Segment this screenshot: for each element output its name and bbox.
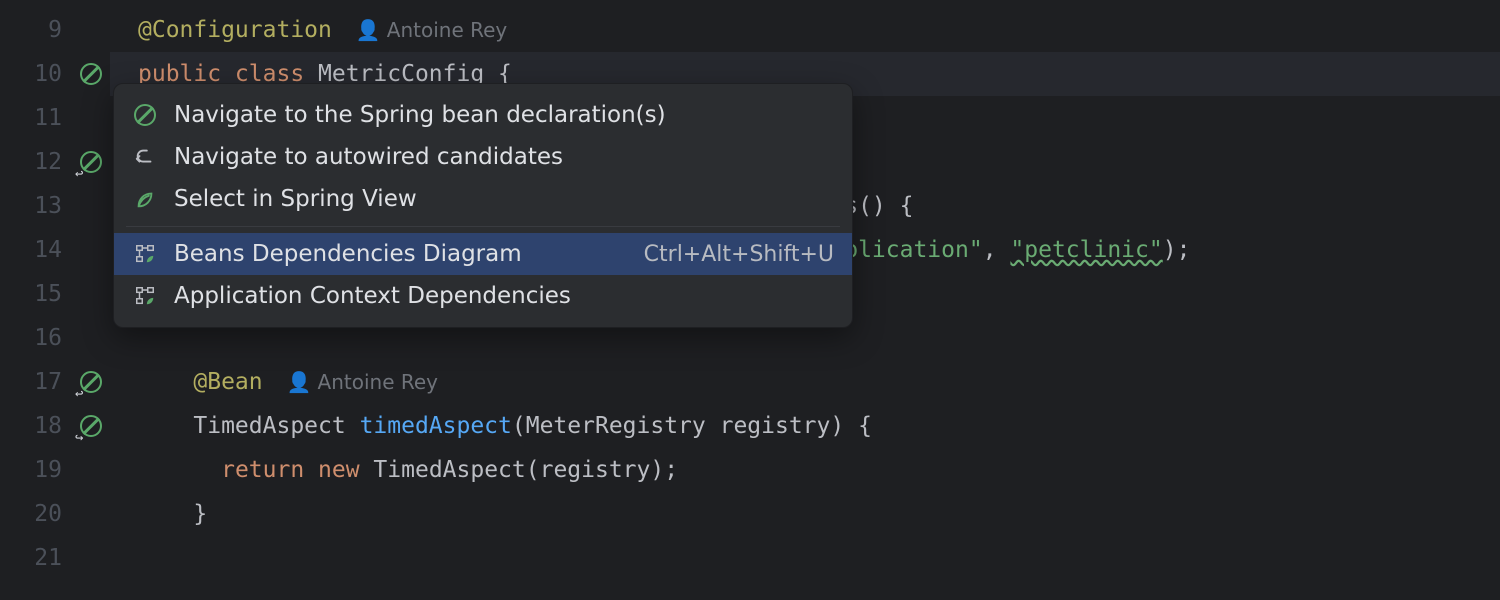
gutter-icon-cell: [72, 448, 110, 492]
gutter-icon-cell: [72, 536, 110, 580]
context-menu: Navigate to the Spring bean declaration(…: [113, 83, 853, 328]
line-number: 18: [0, 404, 72, 448]
gutter-icon-cell: [72, 228, 110, 272]
line-number: 11: [0, 96, 72, 140]
annotation: @Configuration: [138, 17, 332, 43]
line-number: 16: [0, 316, 72, 360]
back-arrow-icon: [132, 144, 158, 170]
code-line[interactable]: return new TimedAspect(registry);: [110, 448, 1500, 492]
menu-item[interactable]: Select in Spring View: [114, 178, 852, 220]
gutter-icon-cell: [72, 272, 110, 316]
diagram-icon: [132, 283, 158, 309]
menu-item-label: Navigate to the Spring bean declaration(…: [174, 102, 834, 128]
spring-bean-out-icon[interactable]: ↪: [72, 404, 110, 448]
line-number: 19: [0, 448, 72, 492]
line-number: 21: [0, 536, 72, 580]
gutter-icon-cell: [72, 316, 110, 360]
line-number: 20: [0, 492, 72, 536]
author-hint: 👤Antoine Rey: [287, 360, 438, 404]
menu-item-label: Application Context Dependencies: [174, 283, 834, 309]
gutter-icon-cell: [72, 8, 110, 52]
menu-item[interactable]: Application Context Dependencies: [114, 275, 852, 317]
menu-item-label: Select in Spring View: [174, 186, 834, 212]
line-number: 10: [0, 52, 72, 96]
code-line[interactable]: @Configuration 👤Antoine Rey: [110, 8, 1500, 52]
line-number: 12: [0, 140, 72, 184]
spring-bean-nav-icon[interactable]: ↩: [72, 360, 110, 404]
line-number: 14: [0, 228, 72, 272]
code-line[interactable]: @Bean 👤Antoine Rey: [110, 360, 1500, 404]
spring-bean-icon[interactable]: [72, 52, 110, 96]
spring-bean-nav-icon[interactable]: ↩: [72, 140, 110, 184]
menu-item[interactable]: Beans Dependencies Diagram Ctrl+Alt+Shift…: [114, 233, 852, 275]
code-line[interactable]: }: [110, 492, 1500, 536]
menu-item[interactable]: Navigate to the Spring bean declaration(…: [114, 94, 852, 136]
line-number: 15: [0, 272, 72, 316]
gutter-icon-cell: [72, 492, 110, 536]
gutter-icon-strip: ↩↩↪: [72, 0, 110, 600]
gutter-icon-cell: [72, 96, 110, 140]
annotation: @Bean: [193, 369, 262, 395]
gutter-icon-cell: [72, 184, 110, 228]
line-number: 13: [0, 184, 72, 228]
line-number: 9: [0, 8, 72, 52]
person-icon: 👤: [287, 360, 312, 404]
menu-item-shortcut: Ctrl+Alt+Shift+U: [644, 242, 834, 267]
menu-item-label: Navigate to autowired candidates: [174, 144, 834, 170]
spring-bean-icon: [132, 102, 158, 128]
diagram-icon: [132, 241, 158, 267]
menu-separator: [126, 226, 840, 227]
person-icon: 👤: [356, 8, 381, 52]
line-number-gutter: 9101112131415161718192021: [0, 0, 72, 600]
line-number: 17: [0, 360, 72, 404]
leaf-icon: [132, 186, 158, 212]
code-line[interactable]: TimedAspect timedAspect(MeterRegistry re…: [110, 404, 1500, 448]
code-line[interactable]: [110, 536, 1500, 580]
menu-item[interactable]: Navigate to autowired candidates: [114, 136, 852, 178]
menu-item-label: Beans Dependencies Diagram: [174, 241, 628, 267]
author-hint: 👤Antoine Rey: [356, 8, 507, 52]
